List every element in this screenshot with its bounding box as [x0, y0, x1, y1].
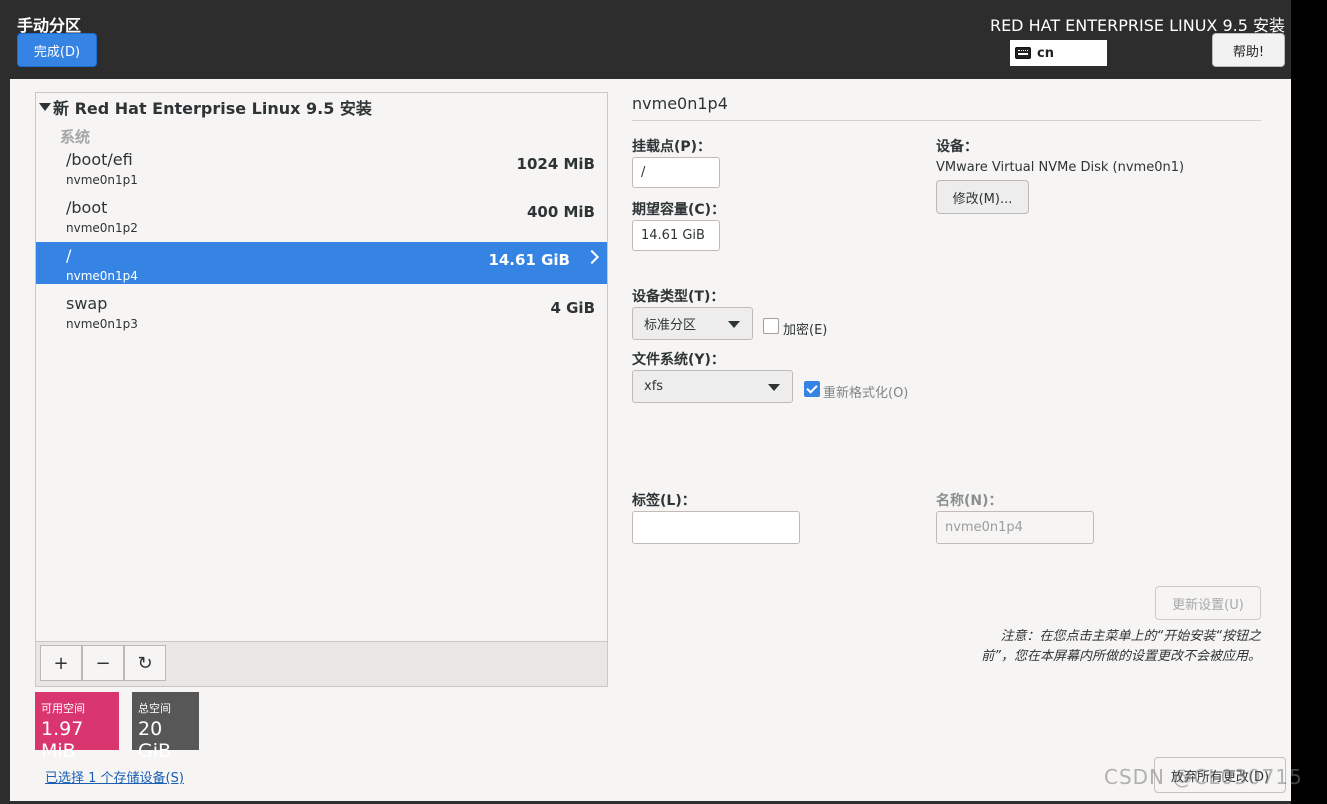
remove-partition-button[interactable]: −	[82, 645, 124, 681]
header-bar: 手动分区 完成(D) RED HAT ENTERPRISE LINUX 9.5 …	[10, 3, 1291, 79]
partition-size: 14.61 GiB	[488, 251, 570, 269]
partition-size: 400 MiB	[526, 203, 595, 221]
watermark: CSDN @CL030715	[1104, 765, 1303, 789]
group-label: 系统	[60, 128, 91, 146]
partition-toolbar: + − ↻	[35, 641, 608, 687]
tag-input[interactable]	[632, 511, 800, 544]
total-space-label: 总空间	[138, 702, 171, 715]
main-panel: 新 Red Hat Enterprise Linux 9.5 安装 系统 /bo…	[10, 79, 1291, 801]
name-label: 名称(N)：	[936, 493, 1003, 509]
mount-point-label: 挂载点(P)：	[632, 139, 712, 155]
partition-row-swap[interactable]: swap nvme0n1p3 4 GiB	[36, 290, 607, 332]
filesystem-value: xfs	[644, 379, 664, 394]
keyboard-layout-label: cn	[1037, 45, 1054, 61]
filesystem-label: 文件系统(Y)：	[632, 352, 725, 368]
total-space-value: 20 GiB	[138, 718, 172, 762]
refresh-button[interactable]: ↻	[124, 645, 166, 681]
capacity-input[interactable]: 14.61 GiB	[632, 220, 720, 251]
available-space-label: 可用空间	[41, 702, 85, 715]
add-partition-button[interactable]: +	[40, 645, 82, 681]
tree-root-label: 新 Red Hat Enterprise Linux 9.5 安装	[53, 99, 372, 118]
dropdown-arrow-icon	[728, 321, 740, 328]
partition-tree: 新 Red Hat Enterprise Linux 9.5 安装 系统 /bo…	[35, 92, 608, 687]
update-settings-button[interactable]: 更新设置(U)	[1155, 586, 1261, 620]
mount-point-input[interactable]: /	[632, 157, 720, 188]
partition-row-boot-efi[interactable]: /boot/efi nvme0n1p1 1024 MiB	[36, 146, 607, 188]
partition-device: nvme0n1p2	[66, 221, 138, 235]
installer-window: 手动分区 完成(D) RED HAT ENTERPRISE LINUX 9.5 …	[0, 0, 1291, 804]
partition-mount: /boot	[66, 198, 108, 217]
detail-title: nvme0n1p4	[632, 94, 728, 113]
keyboard-layout-indicator[interactable]: cn	[1010, 40, 1107, 66]
note-text: 注意：在您点击主菜单上的“开始安装“按钮之前”，您在本屏幕内所做的设置更改不会被…	[981, 629, 1261, 664]
tree-root[interactable]: 新 Red Hat Enterprise Linux 9.5 安装	[36, 95, 372, 119]
dropdown-arrow-icon	[768, 384, 780, 391]
chevron-right-icon	[584, 249, 600, 265]
reformat-label: 重新格式化(O)	[823, 386, 909, 401]
tag-label: 标签(L)：	[632, 493, 696, 509]
help-button[interactable]: 帮助!	[1212, 33, 1285, 67]
keyboard-icon	[1015, 47, 1031, 59]
modify-button[interactable]: 修改(M)...	[936, 180, 1029, 214]
selected-storage-link[interactable]: 已选择 1 个存储设备(S)	[45, 767, 184, 786]
encrypt-checkbox[interactable]	[763, 318, 779, 334]
partition-device: nvme0n1p4	[66, 269, 138, 283]
name-input[interactable]: nvme0n1p4	[936, 511, 1094, 544]
device-value: VMware Virtual NVMe Disk (nvme0n1)	[936, 160, 1185, 175]
device-type-label: 设备类型(T)：	[632, 289, 725, 305]
refresh-icon: ↻	[137, 652, 153, 674]
reformat-checkbox[interactable]	[804, 381, 820, 397]
total-space-box: 总空间 20 GiB	[132, 692, 199, 762]
partition-row-root[interactable]: / nvme0n1p4 14.61 GiB	[36, 242, 607, 284]
capacity-label: 期望容量(C)：	[632, 202, 726, 218]
partition-row-boot[interactable]: /boot nvme0n1p2 400 MiB	[36, 194, 607, 236]
device-type-value: 标准分区	[644, 318, 697, 333]
available-space-value: 1.97 MiB	[41, 718, 84, 762]
expand-triangle-icon[interactable]	[39, 103, 51, 111]
filesystem-select[interactable]: xfs	[632, 370, 793, 403]
done-button[interactable]: 完成(D)	[17, 33, 97, 67]
partition-device: nvme0n1p1	[66, 173, 138, 187]
device-type-select[interactable]: 标准分区	[632, 307, 753, 340]
partition-size: 1024 MiB	[516, 155, 595, 173]
partition-device: nvme0n1p3	[66, 317, 138, 331]
available-space-box: 可用空间 1.97 MiB	[35, 692, 119, 762]
partition-mount: /	[66, 246, 72, 265]
partition-mount: /boot/efi	[66, 150, 133, 169]
partition-mount: swap	[66, 294, 108, 313]
device-label: 设备：	[936, 139, 978, 155]
encrypt-label: 加密(E)	[783, 323, 828, 338]
partition-size: 4 GiB	[550, 299, 595, 317]
detail-divider	[632, 120, 1261, 121]
